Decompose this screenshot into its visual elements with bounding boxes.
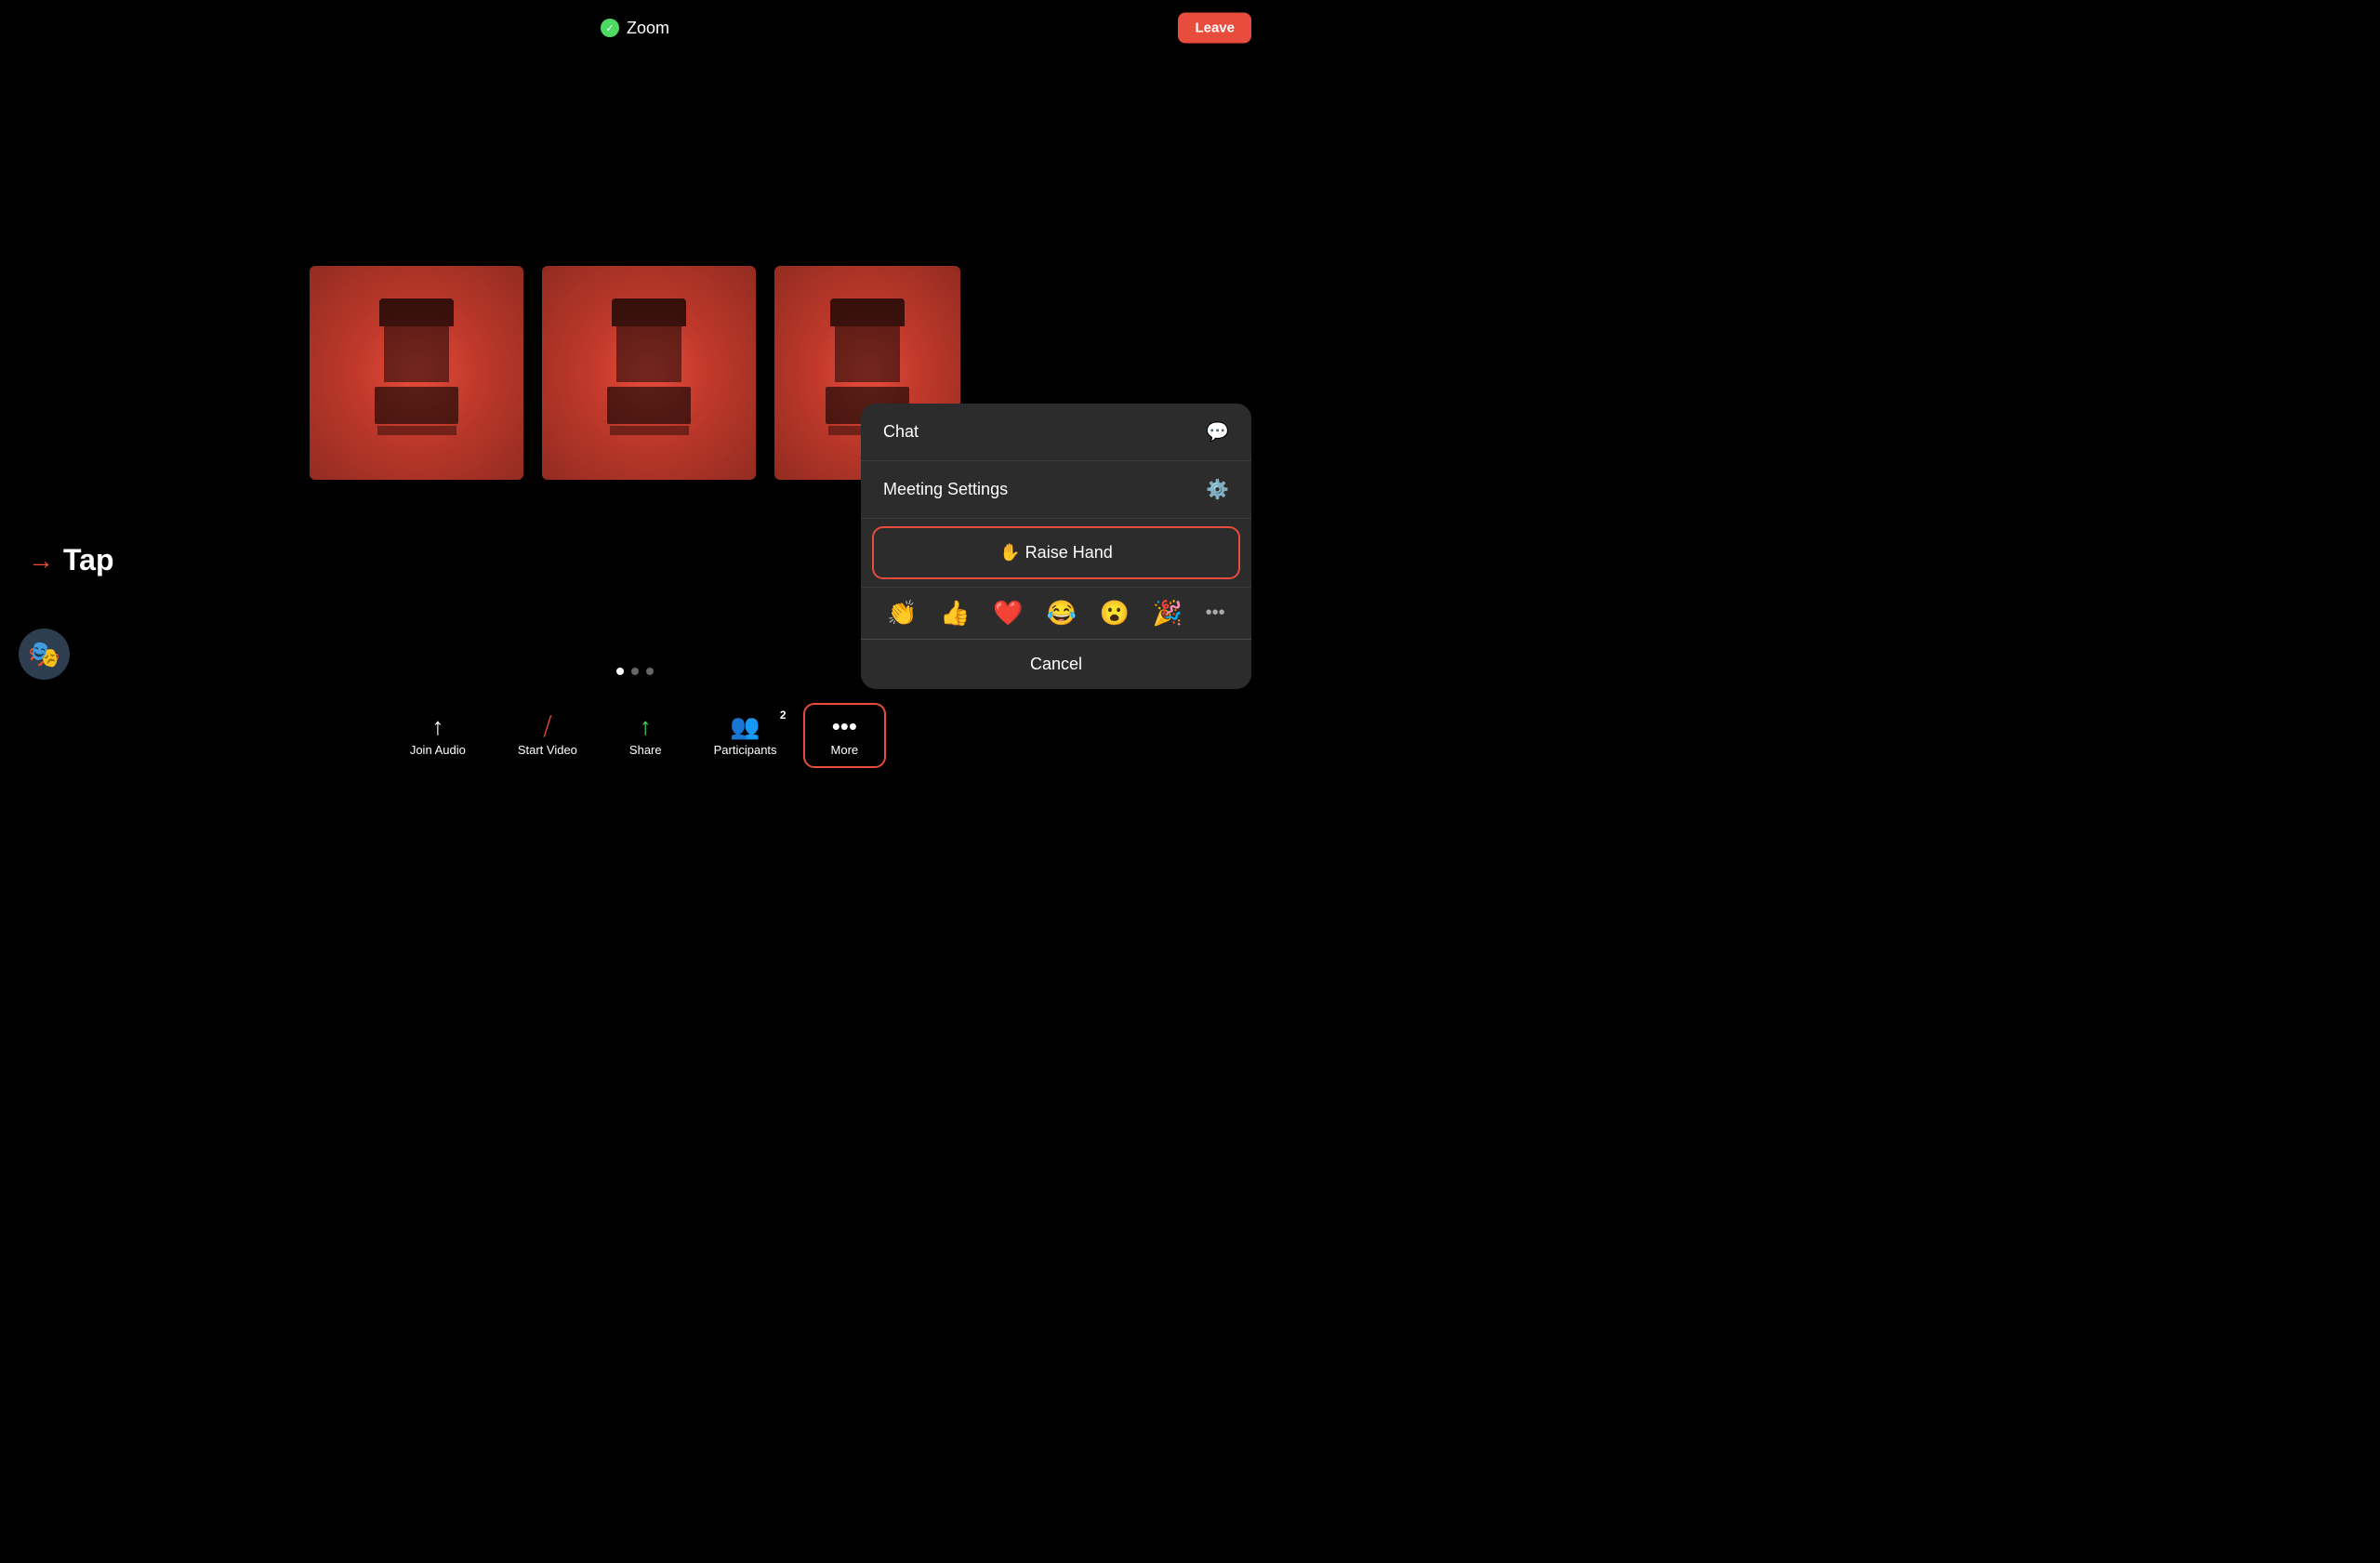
meeting-settings-label: Meeting Settings [883,480,1008,499]
emoji-clap[interactable]: 👏 [887,599,917,628]
tap-annotation: → Tap [28,543,114,577]
shield-icon: ✓ [601,19,619,37]
face-silhouette-1 [361,298,472,447]
meeting-title-area: ✓ Zoom [601,19,669,38]
share-label: Share [629,743,662,757]
more-label: More [831,743,859,757]
avatar-container: 🎭 [19,629,70,680]
cancel-button[interactable]: Cancel [861,639,1251,689]
chat-icon: 💬 [1206,420,1229,444]
bottom-toolbar: ↑ Join Audio ⧸ Start Video ↑ Share 👥 2 P… [0,689,1270,782]
face-silhouette-2 [593,298,705,447]
video-tile-2 [542,266,756,480]
more-button[interactable]: ••• More [803,703,887,768]
chat-menu-item[interactable]: Chat 💬 [861,404,1251,461]
emoji-wow[interactable]: 😮 [1100,599,1130,628]
raise-hand-label: ✋ Raise Hand [999,543,1112,563]
emoji-row: 👏 👍 ❤️ 😂 😮 🎉 ••• [861,587,1251,639]
start-video-label: Start Video [518,743,577,757]
video-tile-inner-1 [310,266,523,480]
emoji-heart[interactable]: ❤️ [993,599,1023,628]
participants-button[interactable]: 👥 2 Participants [688,705,803,766]
join-audio-button[interactable]: ↑ Join Audio [384,705,492,766]
participants-icon: 👥 [730,714,760,738]
share-button[interactable]: ↑ Share [603,705,688,766]
meeting-settings-menu-item[interactable]: Meeting Settings ⚙️ [861,461,1251,519]
chat-label: Chat [883,422,919,442]
page-dots [616,668,654,675]
leave-button[interactable]: Leave [1178,13,1251,44]
video-tile-inner-2 [542,266,756,480]
emoji-thumbsup[interactable]: 👍 [940,599,970,628]
join-audio-icon: ↑ [431,714,443,738]
emoji-laugh[interactable]: 😂 [1046,599,1076,628]
raise-hand-button[interactable]: ✋ Raise Hand [872,526,1240,579]
start-video-icon: ⧸ [543,714,551,738]
join-audio-label: Join Audio [410,743,466,757]
video-tile-1 [310,266,523,480]
more-icon: ••• [832,714,857,738]
header: ✓ Zoom Leave [0,0,1270,56]
emoji-party[interactable]: 🎉 [1153,599,1183,628]
share-icon: ↑ [640,714,652,738]
more-menu: Chat 💬 Meeting Settings ⚙️ ✋ Raise Hand … [861,404,1251,689]
participants-badge: 2 [780,709,787,722]
page-dot-3 [646,668,654,675]
tap-label: Tap [63,543,114,577]
settings-icon: ⚙️ [1206,478,1229,501]
meeting-title: Zoom [627,19,669,38]
page-dot-2 [631,668,639,675]
page-dot-1 [616,668,624,675]
participants-label: Participants [714,743,777,757]
tap-arrow-icon: → [28,546,54,576]
avatar: 🎭 [19,629,70,680]
emoji-more-icon[interactable]: ••• [1206,603,1225,624]
start-video-button[interactable]: ⧸ Start Video [492,705,603,766]
